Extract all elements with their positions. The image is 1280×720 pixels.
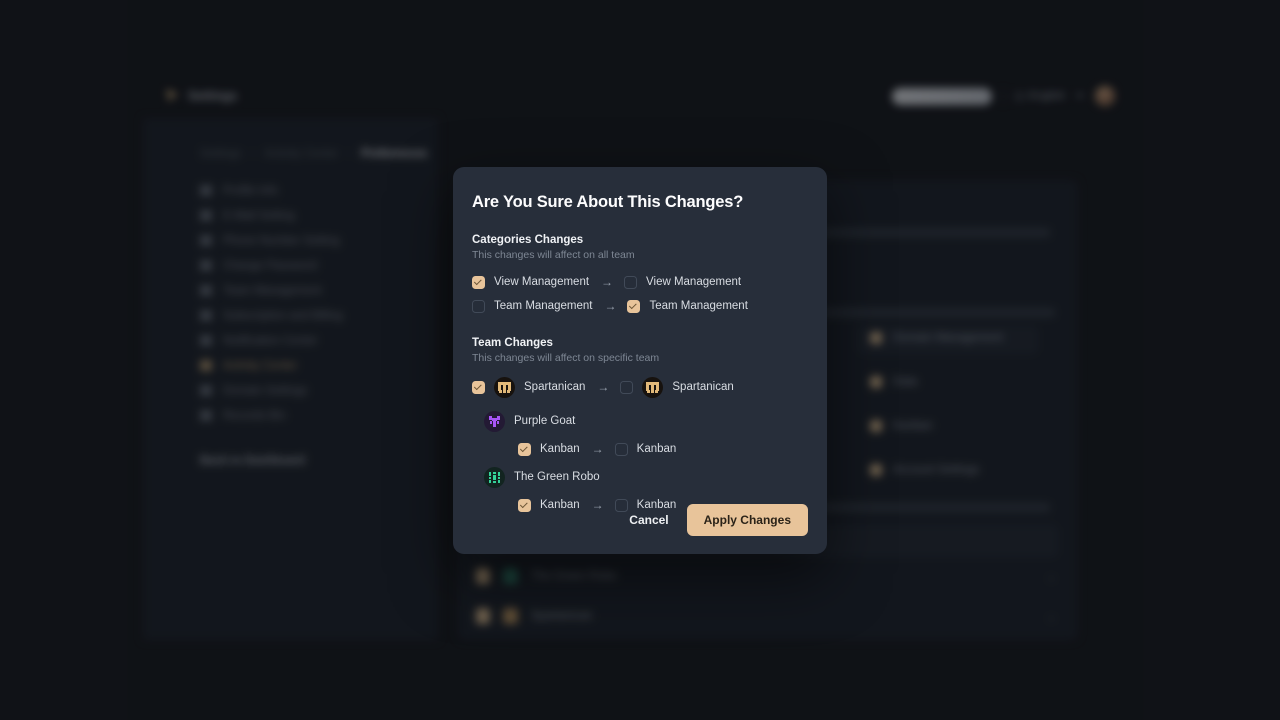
category-from-label: View Management: [494, 276, 590, 288]
kanban-from-label: Kanban: [540, 443, 580, 455]
category-from-label: Team Management: [494, 300, 593, 312]
arrow-right-icon: →: [591, 442, 604, 456]
subteam-change-row-purple-goat-kanban: Kanban → Kanban: [518, 436, 808, 462]
arrow-right-icon: →: [597, 380, 610, 394]
apply-changes-button[interactable]: Apply Changes: [686, 504, 808, 536]
arrow-right-icon: →: [604, 299, 617, 313]
team-section-title: Team Changes: [472, 337, 553, 349]
subteam-header-purple-goat[interactable]: Purple Goat: [484, 406, 808, 436]
category-to-label: Team Management: [649, 300, 748, 312]
checkbox-from[interactable]: [472, 380, 485, 394]
checkbox-to[interactable]: [614, 442, 628, 456]
team-from-label: Spartanican: [524, 381, 586, 393]
checkbox-from[interactable]: [518, 442, 531, 456]
subteam-name: The Green Robo: [514, 471, 600, 483]
categories-section-title: Categories Changes: [472, 234, 584, 246]
checkbox-to[interactable]: [627, 299, 641, 313]
checkbox-to[interactable]: [620, 380, 634, 394]
category-change-row-team-management: Team Management → Team Management: [472, 295, 808, 317]
checkbox-to[interactable]: [624, 275, 638, 289]
subteam-header-the-green-robo[interactable]: The Green Robo: [484, 462, 808, 492]
team-section-subtitle: This changes will affect on specific tea…: [472, 352, 660, 364]
spartan-mask-icon: [494, 376, 515, 398]
checkbox-from[interactable]: [472, 275, 485, 289]
dialog-footer: Cancel Apply Changes: [472, 504, 808, 536]
category-change-row-view-management: View Management → View Management: [472, 271, 808, 293]
purple-goat-icon: [484, 410, 505, 432]
confirm-changes-dialog: Are You Sure About This Changes? Categor…: [453, 167, 827, 554]
dialog-title: Are You Sure About This Changes?: [472, 193, 744, 211]
categories-section-subtitle: This changes will affect on all team: [472, 249, 635, 261]
category-to-label: View Management: [646, 276, 742, 288]
arrow-right-icon: →: [601, 275, 614, 289]
team-change-row-spartanican: Spartanican → Spartanican: [472, 374, 808, 400]
team-to-label: Spartanican: [672, 381, 734, 393]
cancel-button[interactable]: Cancel: [625, 507, 672, 533]
green-robo-icon: [484, 466, 505, 488]
checkbox-from[interactable]: [472, 299, 485, 313]
kanban-to-label: Kanban: [636, 443, 677, 455]
spartan-mask-icon: [642, 376, 664, 398]
subteam-name: Purple Goat: [514, 415, 576, 427]
